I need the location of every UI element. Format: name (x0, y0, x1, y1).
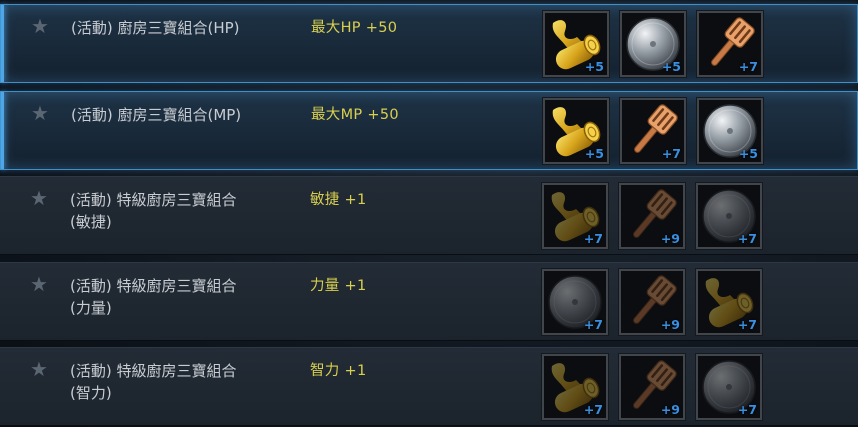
set-name: (活動) 廚房三寶組合(HP) (71, 17, 291, 39)
set-row[interactable]: ★ (活動) 廚房三寶組合(MP) 最大MP +50 +5 +7 +5 (0, 91, 858, 170)
item-slot[interactable]: +5 (542, 10, 610, 78)
enhance-level: +7 (737, 402, 757, 417)
item-slot[interactable]: +7 (695, 182, 763, 250)
set-name-line2: (力量) (70, 299, 112, 317)
enhance-level: +7 (583, 231, 603, 246)
item-slot[interactable]: +7 (695, 268, 763, 336)
enhance-level: +5 (584, 146, 604, 161)
enhance-level: +7 (583, 402, 603, 417)
set-name: (活動) 特級廚房三寶組合 (敏捷) (70, 189, 290, 233)
favorite-star-icon[interactable]: ★ (28, 358, 50, 380)
enhance-level: +7 (737, 231, 757, 246)
set-name-line1: (活動) 特級廚房三寶組合 (70, 362, 237, 380)
set-name-line1: (活動) 廚房三寶組合(HP) (71, 19, 240, 37)
favorite-star-icon[interactable]: ★ (28, 187, 50, 209)
enhance-level: +7 (738, 59, 758, 74)
set-name-line2: (敏捷) (70, 213, 112, 231)
set-effect: 智力 +1 (310, 363, 367, 379)
set-name-line1: (活動) 特級廚房三寶組合 (70, 277, 237, 295)
enhance-level: +7 (661, 146, 681, 161)
set-effect: 敏捷 +1 (310, 192, 367, 208)
item-slot[interactable]: +7 (619, 97, 687, 165)
enhance-level: +9 (660, 231, 680, 246)
enhance-level: +5 (661, 59, 681, 74)
enhance-level: +5 (738, 146, 758, 161)
item-slot[interactable]: +5 (619, 10, 687, 78)
item-slot[interactable]: +9 (618, 268, 686, 336)
set-effect: 最大HP +50 (311, 20, 398, 36)
enhance-level: +5 (584, 59, 604, 74)
set-list: ★ (活動) 廚房三寶組合(HP) 最大HP +50 +5 +5 +7 ★ (活… (0, 0, 858, 427)
enhance-level: +7 (737, 317, 757, 332)
favorite-star-icon[interactable]: ★ (29, 102, 51, 124)
item-slot[interactable]: +7 (541, 268, 609, 336)
favorite-star-icon[interactable]: ★ (28, 273, 50, 295)
set-name: (活動) 廚房三寶組合(MP) (71, 104, 291, 126)
set-name-line1: (活動) 廚房三寶組合(MP) (71, 106, 242, 124)
set-effect: 力量 +1 (310, 278, 367, 294)
set-name: (活動) 特級廚房三寶組合 (力量) (70, 275, 290, 319)
item-slot[interactable]: +7 (541, 353, 609, 421)
item-slot[interactable]: +7 (696, 10, 764, 78)
enhance-level: +9 (660, 402, 680, 417)
enhance-level: +9 (660, 317, 680, 332)
set-row[interactable]: ★ (活動) 廚房三寶組合(HP) 最大HP +50 +5 +5 +7 (0, 4, 858, 83)
item-slot[interactable]: +9 (618, 353, 686, 421)
set-name-line1: (活動) 特級廚房三寶組合 (70, 191, 237, 209)
set-effect: 最大MP +50 (311, 107, 399, 123)
item-slot[interactable]: +9 (618, 182, 686, 250)
item-slot[interactable]: +5 (542, 97, 610, 165)
item-slot[interactable]: +7 (695, 353, 763, 421)
set-row[interactable]: ★ (活動) 特級廚房三寶組合 (智力) 智力 +1 +7 +9 +7 (0, 347, 858, 426)
item-slot[interactable]: +7 (541, 182, 609, 250)
set-row[interactable]: ★ (活動) 特級廚房三寶組合 (力量) 力量 +1 +7 +9 +7 (0, 262, 858, 341)
item-slot[interactable]: +5 (696, 97, 764, 165)
favorite-star-icon[interactable]: ★ (29, 15, 51, 37)
set-row[interactable]: ★ (活動) 特級廚房三寶組合 (敏捷) 敏捷 +1 +7 +9 +7 (0, 176, 858, 255)
enhance-level: +7 (583, 317, 603, 332)
set-name-line2: (智力) (70, 384, 112, 402)
set-name: (活動) 特級廚房三寶組合 (智力) (70, 360, 290, 404)
